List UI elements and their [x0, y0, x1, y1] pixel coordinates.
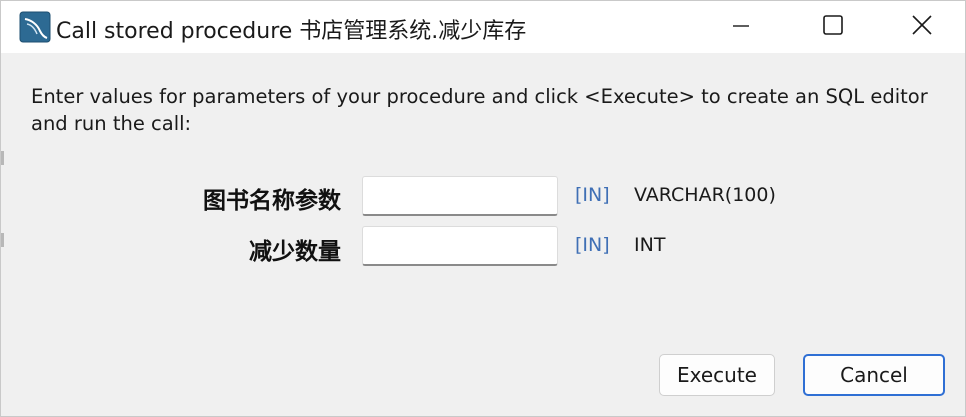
minimize-button[interactable] — [695, 1, 787, 53]
execute-button[interactable]: Execute — [659, 354, 775, 396]
param-mode-book-name: [IN] — [575, 184, 610, 206]
close-button[interactable] — [879, 1, 965, 53]
call-procedure-dialog: Call stored procedure 书店管理系统.减少库存 Enter … — [0, 0, 966, 417]
param-label-book-name: 图书名称参数 — [203, 187, 341, 214]
param-type-book-name: VARCHAR(100) — [634, 184, 776, 206]
param-type-reduce-quantity: INT — [634, 234, 666, 256]
cancel-button[interactable]: Cancel — [803, 354, 945, 396]
window-edge-mark — [1, 233, 4, 247]
close-icon — [910, 13, 934, 41]
maximize-button[interactable] — [787, 1, 879, 53]
mysql-workbench-icon — [19, 11, 51, 43]
maximize-icon — [822, 14, 844, 40]
param-label-reduce-quantity: 减少数量 — [249, 238, 341, 265]
minimize-icon — [731, 15, 751, 39]
param-input-book-name[interactable] — [362, 176, 558, 216]
window-edge-mark — [1, 151, 4, 165]
param-input-reduce-quantity[interactable] — [362, 226, 558, 266]
instructions-text: Enter values for parameters of your proc… — [31, 85, 928, 135]
param-mode-reduce-quantity: [IN] — [575, 234, 610, 256]
title-bar[interactable]: Call stored procedure 书店管理系统.减少库存 — [1, 1, 965, 53]
window-title: Call stored procedure 书店管理系统.减少库存 — [56, 19, 527, 44]
